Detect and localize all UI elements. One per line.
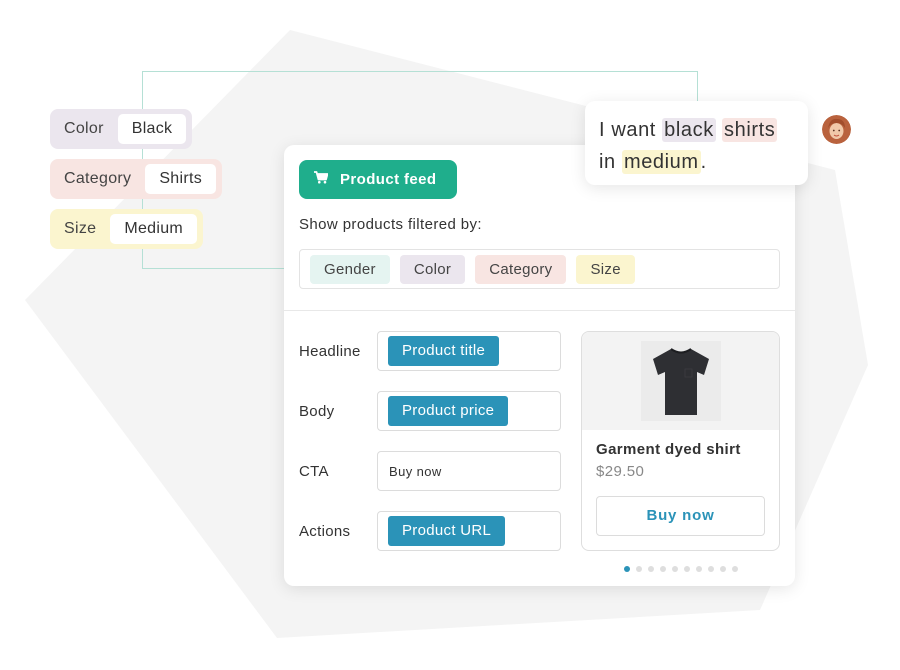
attribute-value: Medium [110,214,198,244]
carousel-dot[interactable] [696,566,702,572]
body-field[interactable]: Product price [377,391,561,431]
chat-text: in [599,151,622,173]
attribute-label: Color [64,120,104,137]
attribute-chip-color: Color Black [50,109,193,149]
chat-text: . [700,151,707,173]
carousel-dot[interactable] [648,566,654,572]
divider [284,310,795,311]
field-label: Actions [299,522,351,540]
field-label: Body [299,402,335,420]
highlight-color: black [662,118,716,142]
field-row-body: Body Product price [299,391,561,431]
filter-title: Show products filtered by: [299,216,482,233]
chat-message-bubble: I want black shirts in medium. [585,101,808,185]
chat-line-1: I want black shirts [599,114,808,146]
field-label: Headline [299,342,361,360]
cta-field[interactable]: Buy now [377,451,561,491]
shopping-cart-icon [314,171,329,188]
product-feed-label: Product feed [340,171,437,188]
filter-pill-gender[interactable]: Gender [310,254,390,284]
chat-text: I want [599,119,663,141]
attribute-label: Size [64,220,97,237]
field-row-actions: Actions Product URL [299,511,561,551]
user-avatar [822,115,851,144]
carousel-dot[interactable] [672,566,678,572]
cta-text: Buy now [389,463,442,479]
carousel-dot[interactable] [660,566,666,572]
carousel-dot[interactable] [684,566,690,572]
carousel-dot[interactable] [708,566,714,572]
highlight-size: medium [621,150,701,174]
filter-pill-size[interactable]: Size [576,254,635,284]
product-feed-card: Product feed Show products filtered by: … [284,145,795,586]
attribute-chip-size: Size Medium [50,209,204,249]
attribute-chip-category: Category Shirts [50,159,223,199]
product-feed-button[interactable]: Product feed [299,160,457,199]
headline-field[interactable]: Product title [377,331,561,371]
filter-pill-category[interactable]: Category [475,254,567,284]
attribute-value: Shirts [145,164,217,194]
product-price: $29.50 [596,463,645,480]
field-row-cta: CTA Buy now [299,451,561,491]
product-url-token[interactable]: Product URL [388,516,506,546]
attribute-label: Category [64,170,132,187]
filter-pill-color[interactable]: Color [399,254,466,284]
highlight-category: shirts [722,118,778,142]
carousel-dot[interactable] [732,566,738,572]
product-price-token[interactable]: Product price [388,396,509,426]
carousel-dot[interactable] [624,566,630,572]
actions-field[interactable]: Product URL [377,511,561,551]
carousel-dot[interactable] [636,566,642,572]
carousel-dot[interactable] [720,566,726,572]
attribute-value: Black [117,114,187,144]
tshirt-image [640,341,721,421]
field-label: CTA [299,462,329,480]
product-preview-card[interactable]: Garment dyed shirt $29.50 Buy now [581,331,780,551]
product-name: Garment dyed shirt [596,441,741,458]
carousel-dots [624,566,738,572]
buy-now-button[interactable]: Buy now [596,496,765,536]
chat-line-2: in medium. [599,146,808,178]
field-row-headline: Headline Product title [299,331,561,371]
product-image-area [582,332,779,430]
product-title-token[interactable]: Product title [388,336,500,366]
filter-box: Gender Color Category Size [299,249,780,289]
